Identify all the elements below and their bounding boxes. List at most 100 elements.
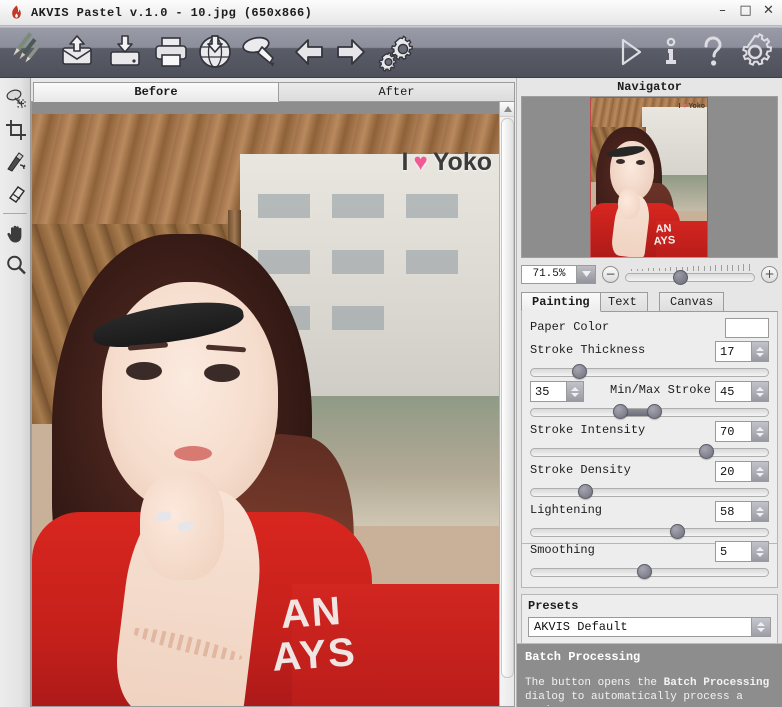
- lightening-value[interactable]: 58: [715, 501, 751, 522]
- help-icon[interactable]: [692, 32, 734, 72]
- crop-tool[interactable]: [0, 114, 31, 146]
- slider-track[interactable]: [530, 528, 769, 537]
- stepper-up-icon[interactable]: [756, 426, 764, 431]
- canvas-vertical-scrollbar[interactable]: [499, 102, 514, 706]
- slider-knob[interactable]: [637, 564, 652, 579]
- print-image-icon[interactable]: [150, 32, 192, 72]
- slider-knob[interactable]: [670, 524, 685, 539]
- slider-knob[interactable]: [699, 444, 714, 459]
- stepper-down-icon[interactable]: [756, 392, 764, 397]
- presets-dropdown-icon[interactable]: [751, 618, 770, 636]
- stepper-down-icon[interactable]: [756, 352, 764, 357]
- stroke-density-value[interactable]: 20: [715, 461, 751, 482]
- zoom-out-button[interactable]: −: [602, 265, 619, 283]
- zoom-combo[interactable]: 71.5%: [521, 264, 596, 284]
- stroke-length-max-value[interactable]: 45: [715, 381, 751, 402]
- minimize-button[interactable]: –: [715, 3, 730, 18]
- stroke-intensity-slider[interactable]: [528, 444, 771, 459]
- stepper-down-icon[interactable]: [756, 472, 764, 477]
- save-image-icon[interactable]: [104, 32, 146, 72]
- stepper-up-icon[interactable]: [757, 622, 765, 626]
- photo-lips: [174, 446, 212, 461]
- stepper-arrows[interactable]: [751, 381, 769, 402]
- stroke-length-max-stepper[interactable]: 45: [715, 381, 769, 402]
- stepper-up-icon[interactable]: [756, 506, 764, 511]
- stepper-arrows[interactable]: [751, 501, 769, 522]
- eraser-tool[interactable]: [0, 178, 31, 210]
- stepper-up-icon[interactable]: [756, 386, 764, 391]
- stepper-arrows[interactable]: [751, 421, 769, 442]
- zoom-slider-track[interactable]: [625, 273, 755, 282]
- pastel-stroke-icon[interactable]: [238, 32, 280, 72]
- scrollbar-thumb[interactable]: [501, 118, 514, 678]
- zoom-in-button[interactable]: +: [761, 265, 778, 283]
- run-icon[interactable]: [608, 32, 650, 72]
- batch-processing-icon[interactable]: [374, 32, 416, 72]
- stepper-down-icon[interactable]: [757, 628, 765, 632]
- stepper-up-icon[interactable]: [756, 346, 764, 351]
- akvis-flame-logo-icon: [4, 5, 28, 21]
- scroll-up-arrow-icon[interactable]: [500, 102, 514, 117]
- lightening-stepper[interactable]: 58: [715, 501, 769, 522]
- stepper-down-icon[interactable]: [571, 392, 579, 397]
- stepper-down-icon[interactable]: [756, 552, 764, 557]
- stroke-thickness-value[interactable]: 17: [715, 341, 751, 362]
- stroke-direction-tool[interactable]: [0, 82, 31, 114]
- stepper-up-icon[interactable]: [571, 386, 579, 391]
- lightening-slider[interactable]: [528, 524, 771, 539]
- undo-icon[interactable]: [288, 32, 330, 72]
- stroke-length-min-value[interactable]: 35: [530, 381, 566, 402]
- maximize-button[interactable]: □: [738, 3, 753, 18]
- chevron-down-icon[interactable]: [577, 264, 596, 284]
- stroke-thickness-slider[interactable]: [528, 364, 771, 379]
- presets-combobox[interactable]: AKVIS Default: [528, 617, 771, 637]
- slider-knob[interactable]: [578, 484, 593, 499]
- smudge-tool[interactable]: [0, 146, 31, 178]
- stroke-density-stepper[interactable]: 20: [715, 461, 769, 482]
- paper-color-swatch[interactable]: [725, 318, 769, 338]
- stepper-up-icon[interactable]: [756, 546, 764, 551]
- slider-track[interactable]: [530, 368, 769, 377]
- range-knob-min[interactable]: [613, 404, 628, 419]
- stroke-length-min-stepper[interactable]: 35: [530, 381, 584, 402]
- tab-canvas[interactable]: Canvas: [659, 292, 725, 312]
- open-image-icon[interactable]: [56, 32, 98, 72]
- close-button[interactable]: ✕: [761, 3, 776, 18]
- publish-web-icon[interactable]: [194, 32, 236, 72]
- stepper-down-icon[interactable]: [756, 432, 764, 437]
- image-viewport[interactable]: AN AYS I ♥ Yoko: [32, 102, 500, 706]
- stepper-arrows[interactable]: [566, 381, 584, 402]
- stepper-up-icon[interactable]: [756, 466, 764, 471]
- image-canvas[interactable]: AN AYS I ♥ Yoko: [31, 101, 515, 707]
- slider-knob[interactable]: [572, 364, 587, 379]
- zoom-slider-knob[interactable]: [672, 270, 688, 285]
- smoothing-stepper[interactable]: 5: [715, 541, 769, 562]
- slider-track[interactable]: [530, 488, 769, 497]
- slider-track[interactable]: [530, 448, 769, 457]
- stepper-down-icon[interactable]: [756, 512, 764, 517]
- stroke-intensity-stepper[interactable]: 70: [715, 421, 769, 442]
- tab-after[interactable]: After: [279, 82, 515, 102]
- zoom-value-input[interactable]: 71.5%: [521, 264, 577, 284]
- about-info-icon[interactable]: [650, 32, 692, 72]
- preferences-icon[interactable]: [734, 32, 776, 72]
- stroke-density-slider[interactable]: [528, 484, 771, 499]
- tab-text[interactable]: Text: [597, 292, 648, 312]
- redo-icon[interactable]: [330, 32, 372, 72]
- hand-tool[interactable]: [0, 217, 31, 249]
- smoothing-value[interactable]: 5: [715, 541, 751, 562]
- navigator-view[interactable]: AN AYS I ♥ Yoko: [521, 96, 778, 258]
- stroke-thickness-stepper[interactable]: 17: [715, 341, 769, 362]
- range-knob-max[interactable]: [647, 404, 662, 419]
- canvas-top-band: [32, 102, 500, 114]
- stroke-length-range-slider[interactable]: [528, 404, 771, 419]
- zoom-tool[interactable]: [0, 249, 31, 281]
- stepper-arrows[interactable]: [751, 341, 769, 362]
- tab-before[interactable]: Before: [33, 82, 279, 102]
- stepper-arrows[interactable]: [751, 541, 769, 562]
- stepper-arrows[interactable]: [751, 461, 769, 482]
- stroke-intensity-value[interactable]: 70: [715, 421, 751, 442]
- tab-painting[interactable]: Painting: [521, 292, 601, 312]
- smoothing-slider[interactable]: [528, 564, 771, 579]
- zoom-slider[interactable]: [625, 264, 755, 285]
